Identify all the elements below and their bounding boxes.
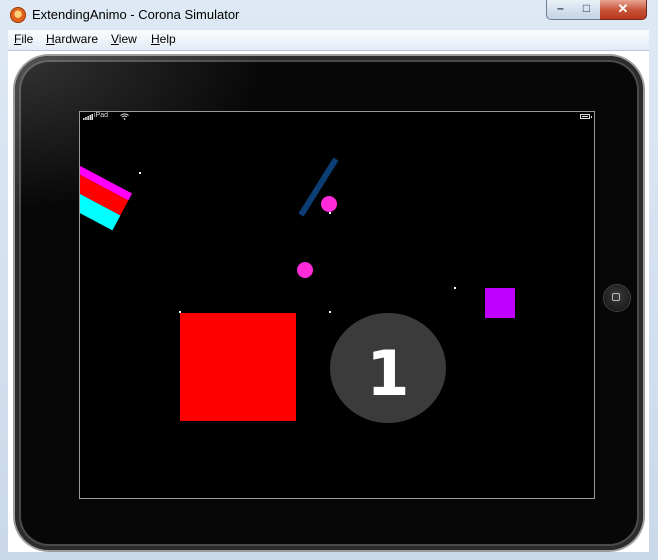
marker-dot — [329, 311, 331, 313]
marker-dot — [454, 287, 456, 289]
device-screen[interactable]: iPad 1 — [79, 111, 595, 499]
corona-app-icon — [10, 7, 26, 23]
menu-bar: File Hardware View Help — [8, 30, 649, 51]
window-title: ExtendingAnimo - Corona Simulator — [32, 7, 240, 22]
pendulum-ball-top[interactable] — [321, 196, 337, 212]
pendulum-ball-bottom[interactable] — [297, 262, 313, 278]
striped-bar — [80, 154, 133, 231]
wifi-icon — [120, 113, 129, 120]
maximize-icon: □ — [582, 1, 591, 15]
home-button-icon[interactable] — [604, 285, 630, 311]
counter-badge[interactable]: 1 — [330, 313, 446, 423]
close-icon: ✕ — [617, 1, 629, 16]
menu-help[interactable]: Help — [151, 32, 176, 46]
minimize-icon: – — [557, 1, 564, 15]
status-bar: iPad — [80, 112, 594, 122]
marker-dot — [139, 172, 141, 174]
close-button[interactable]: ✕ — [600, 0, 647, 20]
purple-square[interactable] — [485, 288, 515, 318]
carrier-label: iPad — [94, 112, 109, 119]
marker-dot — [329, 212, 331, 214]
simulator-window: ExtendingAnimo - Corona Simulator – □ ✕ … — [0, 0, 658, 560]
title-bar[interactable]: ExtendingAnimo - Corona Simulator – □ ✕ — [0, 0, 658, 30]
menu-hardware[interactable]: Hardware — [46, 32, 98, 46]
red-square[interactable] — [180, 313, 296, 421]
ipad-device-frame: iPad 1 — [15, 56, 643, 550]
signal-bars-icon — [83, 114, 93, 120]
counter-value: 1 — [366, 337, 410, 410]
minimize-button[interactable]: – — [546, 0, 575, 20]
marker-dot — [179, 311, 181, 313]
menu-file[interactable]: File — [14, 32, 33, 46]
maximize-button[interactable]: □ — [573, 0, 601, 20]
simulator-client-area: iPad 1 — [8, 51, 649, 552]
menu-view[interactable]: View — [111, 32, 137, 46]
battery-icon — [580, 114, 592, 119]
